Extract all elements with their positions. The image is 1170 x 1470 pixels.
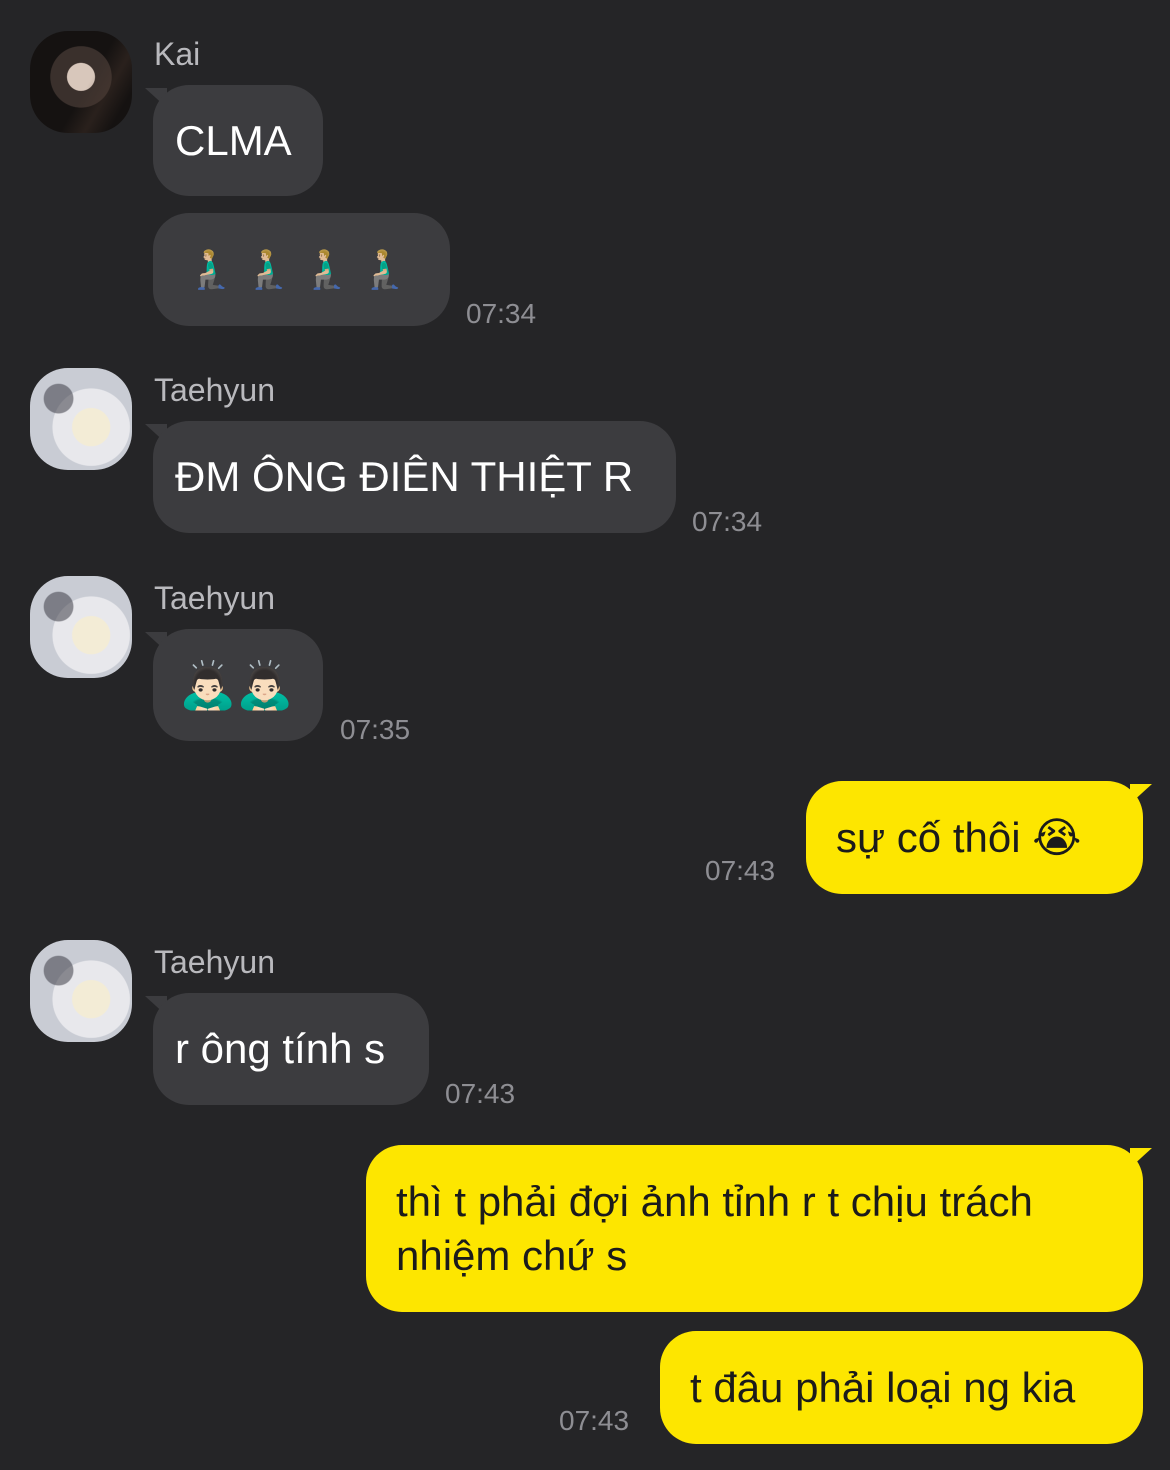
message-emoji-text: 🧎🏼‍♂️ 🧎🏼‍♂️ 🧎🏼‍♂️ 🧎🏼‍♂️ bbox=[187, 248, 408, 291]
sender-name: Taehyun bbox=[154, 944, 275, 980]
timestamp: 07:35 bbox=[340, 714, 411, 745]
incoming-message[interactable]: CLMA bbox=[153, 85, 323, 196]
incoming-message[interactable]: ĐM ÔNG ĐIÊN THIỆT R bbox=[153, 421, 676, 533]
avatar-image bbox=[30, 368, 132, 470]
timestamp: 07:43 bbox=[559, 1405, 630, 1436]
bubble-tail bbox=[1130, 1148, 1152, 1168]
bubble-tail bbox=[1130, 784, 1152, 804]
incoming-message[interactable]: 🧎🏼‍♂️ 🧎🏼‍♂️ 🧎🏼‍♂️ 🧎🏼‍♂️ bbox=[153, 213, 450, 326]
timestamp: 07:43 bbox=[705, 855, 776, 886]
timestamp: 07:43 bbox=[445, 1078, 516, 1109]
sender-name: Taehyun bbox=[154, 580, 275, 616]
avatar-image bbox=[30, 31, 132, 133]
outgoing-message[interactable]: t đâu phải loại ng kia bbox=[660, 1331, 1143, 1444]
outgoing-message[interactable]: sự cố thôi 😭 bbox=[806, 781, 1143, 894]
avatar-taehyun[interactable] bbox=[30, 940, 132, 1042]
sender-name: Kai bbox=[154, 36, 201, 72]
avatar-image bbox=[30, 576, 132, 678]
message-text: ĐM ÔNG ĐIÊN THIỆT R bbox=[175, 453, 634, 500]
incoming-message[interactable]: r ông tính s bbox=[153, 993, 429, 1105]
sender-name: Taehyun bbox=[154, 372, 275, 408]
message-emoji-text: 🙇🏻‍♂️🙇🏻‍♂️ bbox=[179, 659, 294, 711]
message-text: thì t phải đợi ảnh tỉnh r t chịu trách n… bbox=[396, 1178, 1033, 1279]
avatar-image bbox=[30, 940, 132, 1042]
message-text: CLMA bbox=[175, 116, 292, 164]
incoming-message[interactable]: 🙇🏻‍♂️🙇🏻‍♂️ bbox=[153, 629, 323, 741]
avatar-taehyun[interactable] bbox=[30, 368, 132, 470]
message-text: t đâu phải loại ng kia bbox=[690, 1363, 1076, 1411]
avatar-kai[interactable] bbox=[30, 31, 132, 133]
timestamp: 07:34 bbox=[692, 506, 763, 537]
outgoing-message[interactable]: thì t phải đợi ảnh tỉnh r t chịu trách n… bbox=[366, 1145, 1143, 1312]
timestamp: 07:34 bbox=[466, 298, 537, 329]
message-text: sự cố thôi 😭 bbox=[836, 813, 1082, 861]
avatar-taehyun[interactable] bbox=[30, 576, 132, 678]
message-text: r ông tính s bbox=[175, 1025, 386, 1072]
